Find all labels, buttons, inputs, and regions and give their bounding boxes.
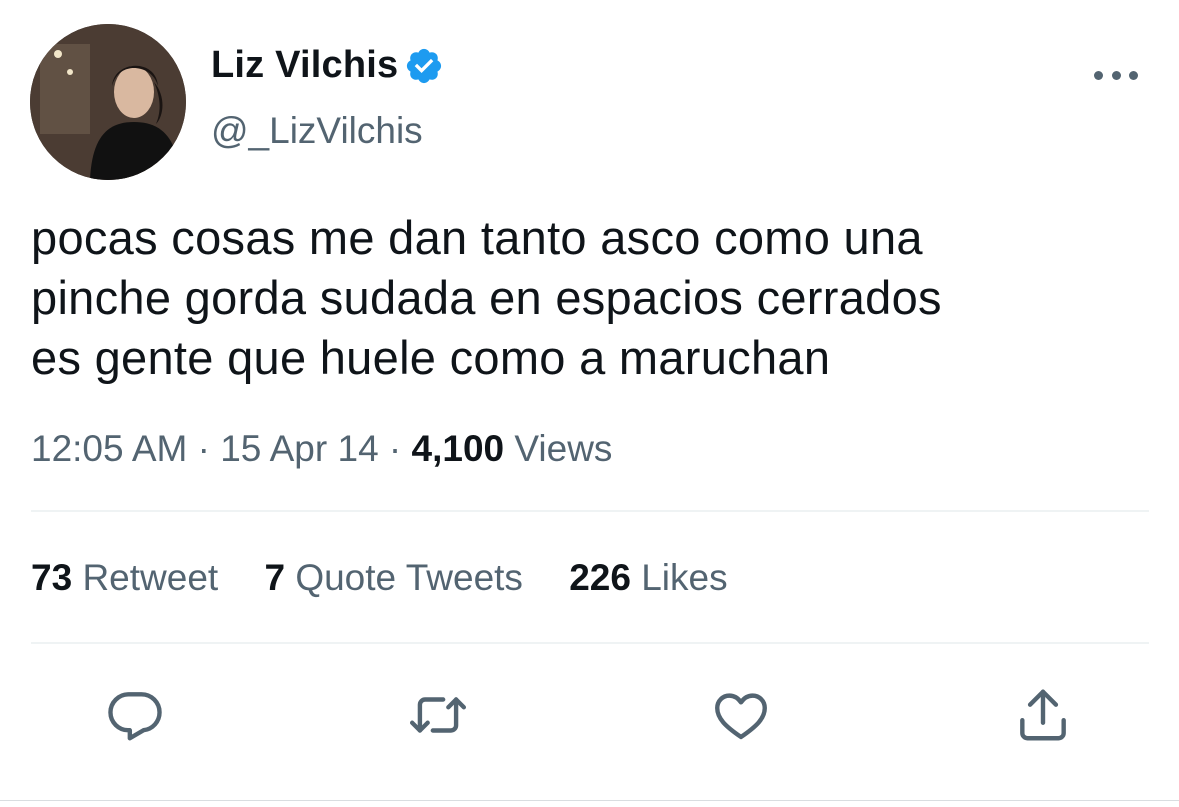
more-dot (1129, 70, 1138, 80)
likes-label: Likes (641, 557, 728, 598)
tweet-text-line: es gente que huele como a maruchan (31, 331, 831, 384)
reply-button[interactable] (104, 684, 166, 746)
avatar-photo (30, 24, 186, 180)
retweet-button[interactable] (407, 684, 469, 746)
verified-badge-icon (407, 48, 442, 83)
more-dot (1094, 70, 1103, 80)
author-display-name-row[interactable]: Liz Vilchis (211, 44, 444, 87)
tweet-text: pocas cosas me dan tanto asco como una p… (31, 208, 1131, 388)
quotes-count: 7 (264, 557, 286, 598)
meta-separator: · (388, 428, 402, 469)
author-display-name[interactable]: Liz Vilchis (211, 44, 398, 87)
quote-tweets-stat[interactable]: 7 Quote Tweets (264, 557, 533, 598)
avatar[interactable] (30, 24, 186, 180)
tweet-date[interactable]: 15 Apr 14 (220, 428, 378, 469)
author-handle[interactable]: @_LizVilchis (211, 110, 423, 152)
meta-separator: · (197, 428, 210, 469)
tweet-time[interactable]: 12:05 AM (31, 428, 187, 469)
more-options-icon[interactable] (1094, 60, 1138, 90)
retweet-icon (409, 697, 467, 733)
heart-icon (715, 693, 767, 740)
tweet-meta: 12:05 AM · 15 Apr 14 · 4,100 Views (31, 428, 612, 470)
more-dot (1111, 70, 1121, 80)
retweets-stat[interactable]: 73 Retweet (31, 557, 228, 598)
divider (31, 510, 1149, 512)
quotes-label: Quote Tweets (295, 557, 523, 598)
share-icon (1020, 689, 1066, 741)
tweet-stats: 73 Retweet 7 Quote Tweets 226 Likes (31, 557, 764, 599)
tweet-text-line: pocas cosas me dan tanto asco como una (31, 211, 923, 264)
divider (31, 642, 1149, 644)
like-button[interactable] (710, 684, 772, 746)
share-button[interactable] (1012, 684, 1074, 746)
bottom-divider (0, 800, 1179, 801)
retweets-label: Retweet (82, 557, 219, 598)
tweet-text-line: pinche gorda sudada en espacios cerrados (31, 271, 942, 324)
retweets-count: 73 (31, 557, 73, 598)
views-label: Views (514, 428, 613, 469)
views-count: 4,100 (411, 428, 505, 469)
likes-stat[interactable]: 226 Likes (569, 557, 727, 598)
reply-icon (108, 692, 162, 741)
likes-count: 226 (569, 557, 631, 598)
